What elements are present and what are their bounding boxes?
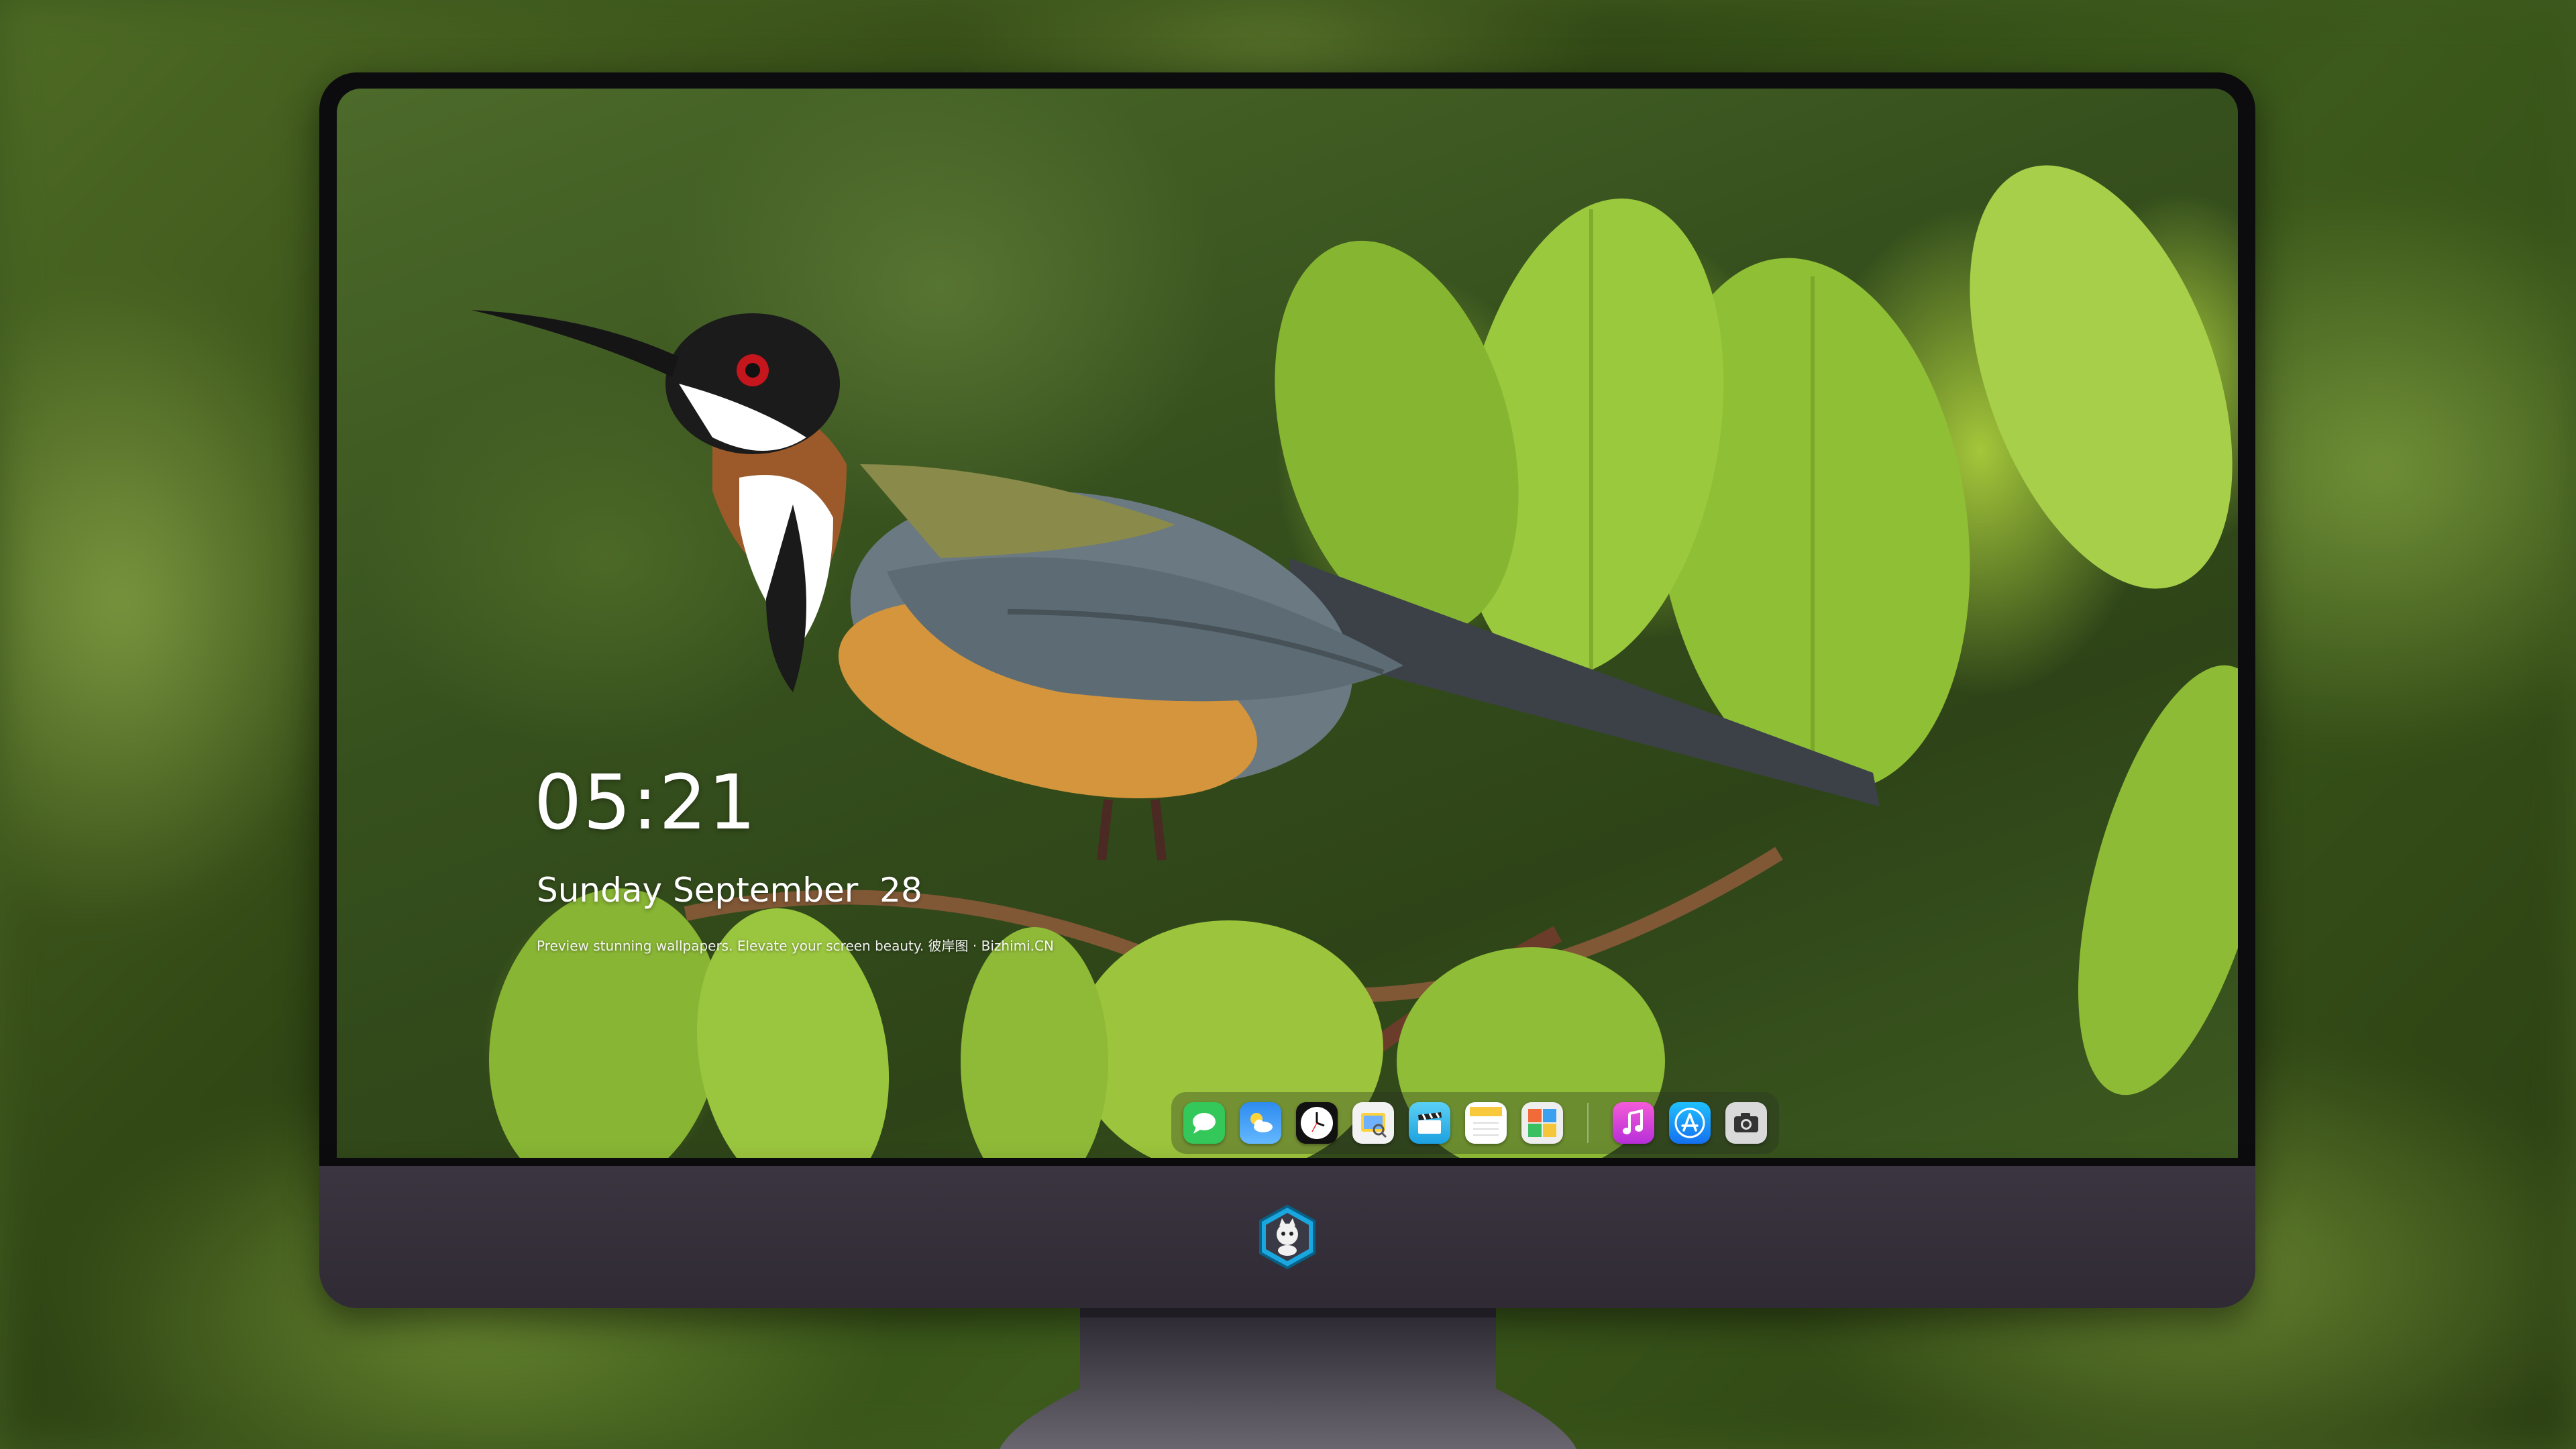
dock-app-notes[interactable]: [1465, 1102, 1507, 1144]
clapperboard-icon: [1418, 1112, 1442, 1134]
message-bubble-icon: [1193, 1113, 1216, 1134]
dock: [1171, 1092, 1779, 1154]
lock-screen-time: 05:21: [534, 759, 757, 847]
dock-app-photo-booth[interactable]: [1521, 1102, 1563, 1144]
lock-screen[interactable]: 05:21 Sunday September 28 Preview stunni…: [337, 89, 2238, 1158]
desktop-mockup: 05:21 Sunday September 28 Preview stunni…: [0, 0, 2576, 1449]
music-note-icon: [1623, 1109, 1643, 1134]
dock-app-weather[interactable]: [1240, 1102, 1281, 1144]
dock-app-clips[interactable]: [1409, 1102, 1450, 1144]
notes-icon: [1470, 1107, 1502, 1136]
wallpaper-tagline: Preview stunning wallpapers. Elevate you…: [537, 938, 1054, 954]
dock-app-camera[interactable]: [1725, 1102, 1767, 1144]
weather-icon: [1250, 1113, 1273, 1132]
dock-app-preview[interactable]: [1352, 1102, 1394, 1144]
photo-booth-icon: [1528, 1109, 1556, 1137]
dock-app-clock[interactable]: [1296, 1102, 1338, 1144]
preview-icon: [1361, 1113, 1387, 1138]
dock-app-music[interactable]: [1613, 1102, 1654, 1144]
dock-app-app-store[interactable]: [1669, 1102, 1711, 1144]
camera-icon: [1734, 1113, 1758, 1132]
lock-screen-date: Sunday September 28: [537, 871, 922, 910]
clock-icon: [1301, 1107, 1333, 1139]
brand-logo-icon: [1259, 1204, 1316, 1270]
monitor-stand: [1000, 1308, 1576, 1449]
dock-app-messages[interactable]: [1183, 1102, 1225, 1144]
dock-separator: [1587, 1103, 1589, 1143]
monitor: 05:21 Sunday September 28 Preview stunni…: [319, 72, 2255, 1308]
app-store-icon: [1674, 1108, 1705, 1138]
wallpaper-bird-illustration: [471, 165, 2238, 1158]
